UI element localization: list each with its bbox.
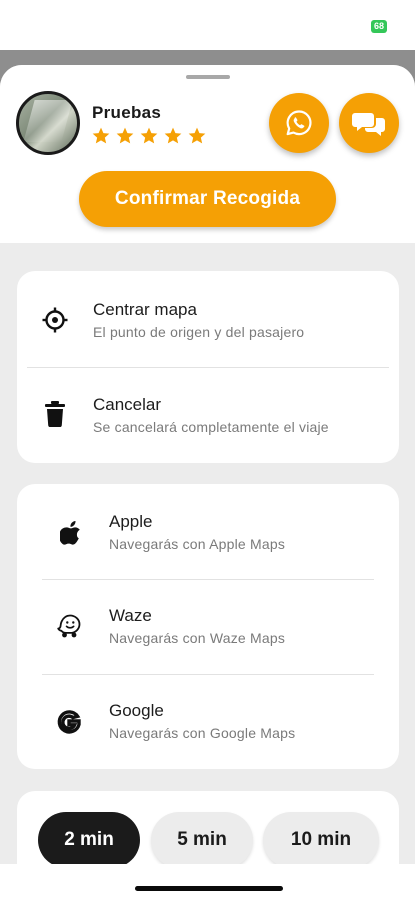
- navigation-card: Apple Navegarás con Apple Maps Waze Nave…: [17, 484, 399, 769]
- trash-icon: [41, 400, 69, 428]
- nav-option-apple[interactable]: Apple Navegarás con Apple Maps: [17, 484, 399, 579]
- battery-indicator: 68: [371, 20, 387, 33]
- confirm-pickup-button[interactable]: Confirmar Recogida: [79, 171, 336, 227]
- chat-button[interactable]: [339, 93, 399, 153]
- time-chip-5-min[interactable]: 5 min: [151, 812, 253, 868]
- driver-name: Pruebas: [92, 103, 162, 122]
- chat-bubbles-icon: [352, 113, 385, 136]
- home-bar-area: [0, 864, 415, 900]
- waze-icon: [55, 612, 83, 640]
- time-chip-10-min[interactable]: 10 min: [263, 812, 379, 868]
- rating-stars: [91, 126, 207, 146]
- nav-title: Google: [109, 701, 164, 720]
- apple-icon: [57, 518, 85, 546]
- star-icon: [140, 127, 158, 144]
- option-subtitle: Se cancelará completamente el viaje: [93, 419, 329, 435]
- crosshair-icon: [41, 306, 69, 334]
- option-subtitle: El punto de origen y del pasajero: [93, 324, 305, 340]
- cancel-trip-option[interactable]: Cancelar Se cancelará completamente el v…: [17, 367, 399, 463]
- options-card: Centrar mapa El punto de origen y del pa…: [17, 271, 399, 463]
- star-icon: [188, 127, 206, 144]
- star-icon: [116, 127, 134, 144]
- option-title: Cancelar: [93, 395, 162, 414]
- nav-option-google[interactable]: Google Navegarás con Google Maps: [17, 674, 399, 769]
- center-map-option[interactable]: Centrar mapa El punto de origen y del pa…: [17, 271, 399, 367]
- status-bar: 68: [0, 0, 415, 50]
- sheet-grabber[interactable]: [186, 75, 230, 79]
- nav-title: Waze: [109, 606, 152, 625]
- nav-subtitle: Navegarás con Apple Maps: [109, 536, 286, 552]
- star-icon: [92, 127, 110, 144]
- whatsapp-icon: [286, 110, 312, 136]
- option-title: Centrar mapa: [93, 300, 197, 319]
- bottom-sheet: Pruebas Confirmar Recogida Centrar mapa …: [0, 65, 415, 900]
- time-chip-2-min[interactable]: 2 min: [38, 812, 140, 868]
- nav-option-waze[interactable]: Waze Navegarás con Waze Maps: [17, 579, 399, 674]
- avatar: [16, 91, 80, 155]
- google-icon: [55, 708, 83, 736]
- driver-header: Pruebas Confirmar Recogida: [0, 65, 415, 243]
- nav-subtitle: Navegarás con Google Maps: [109, 725, 296, 741]
- star-icon: [164, 127, 182, 144]
- nav-subtitle: Navegarás con Waze Maps: [109, 630, 286, 646]
- home-indicator[interactable]: [135, 886, 283, 891]
- whatsapp-button[interactable]: [269, 93, 329, 153]
- nav-title: Apple: [109, 512, 153, 531]
